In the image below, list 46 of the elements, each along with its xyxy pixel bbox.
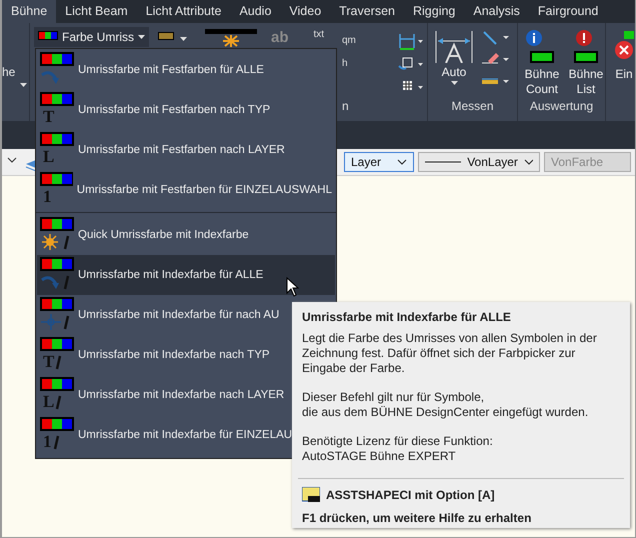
linetype-combo[interactable]: VonLayer (418, 152, 540, 172)
ribbon-tab[interactable]: Analysis (464, 0, 529, 23)
buehne-count-button[interactable]: Bühne Count (520, 29, 564, 97)
caret-icon (450, 81, 458, 85)
tooltip-text: Benötigte Lizenz für diese Funktion: AutoSTAGE Bühne EXPERT (302, 434, 494, 464)
ribbon-tab[interactable]: Bühne (2, 0, 56, 23)
ribbon-tab[interactable]: Licht Attribute (136, 0, 230, 23)
farbe-umriss-button[interactable]: Farbe Umriss (34, 27, 150, 47)
ribbon-tab[interactable]: Traversen (330, 0, 404, 23)
layer-combo[interactable]: Layer (344, 152, 414, 172)
height-tool-icon[interactable]: h (342, 58, 348, 70)
help-hint: F1 drücken, um weitere Hilfe zu erhalten (302, 511, 532, 526)
command-line-icon (302, 487, 320, 503)
color-strip-icon (38, 31, 58, 43)
mouse-cursor (286, 277, 299, 297)
text-tool-icon[interactable]: txt (313, 29, 324, 40)
panel-label: n (342, 99, 350, 115)
tooltip-text: Dieser Befehl gilt nur für Symbole, die aus dem BÜHNE DesignCenter eingefügt wurden. (302, 390, 590, 420)
light-bar-icon[interactable] (205, 29, 258, 47)
ribbon-tab[interactable]: Rigging (404, 0, 464, 23)
menu-item[interactable]: T Umrissfarbe mit Festfarben nach TYP (37, 90, 335, 130)
caret-icon (138, 35, 146, 39)
tooltip-title: Umrissfarbe mit Indexfarbe für ALLE (302, 310, 512, 325)
ribbon-button-label[interactable]: he (2, 65, 16, 79)
menu-item[interactable]: Umrissfarbe mit Festfarben für ALLE (37, 50, 335, 90)
tooltip-text: Legt die Farbe des Umrisses von allen Symbolen in der Zeichnung fest. Dafür öffnet sich der Farbpicker zur Eingabe der Farbe. (302, 331, 598, 376)
ribbon-tab[interactable]: Video (280, 0, 330, 23)
caret-icon (20, 83, 27, 87)
chevron-down-icon (397, 159, 407, 165)
panel-label: Messen (450, 99, 495, 115)
menu-item[interactable]: Quick Umrissfarbe mit Indexfarbe (37, 215, 335, 255)
panel-label: Auswertung (528, 99, 594, 115)
cut-off-button[interactable]: Ein (606, 29, 635, 81)
dimension-icon (434, 29, 474, 63)
area-tool-icon[interactable]: qm (342, 35, 356, 46)
menu-item[interactable]: 1 Umrissfarbe mit Festfarben für EINZELAUSWAHL (37, 170, 335, 210)
ribbon-tab[interactable]: Licht Beam (56, 0, 137, 23)
buehne-list-button[interactable]: Bühne List (564, 29, 608, 97)
ribbon-tab[interactable]: Audio (230, 0, 280, 23)
chevron-down-icon (524, 159, 533, 165)
menu-item[interactable]: Umrissfarbe mit Indexfarbe für ALLE (37, 255, 335, 295)
line-sample-icon (425, 160, 462, 164)
auto-dimension-button[interactable]: Auto (432, 29, 476, 91)
menu-item[interactable]: L Umrissfarbe mit Festfarben nach LAYER (37, 130, 335, 170)
ribbon-tab[interactable]: Fairground (528, 0, 608, 23)
command-name: ASSTSHAPECI mit Option [A] (326, 488, 495, 502)
